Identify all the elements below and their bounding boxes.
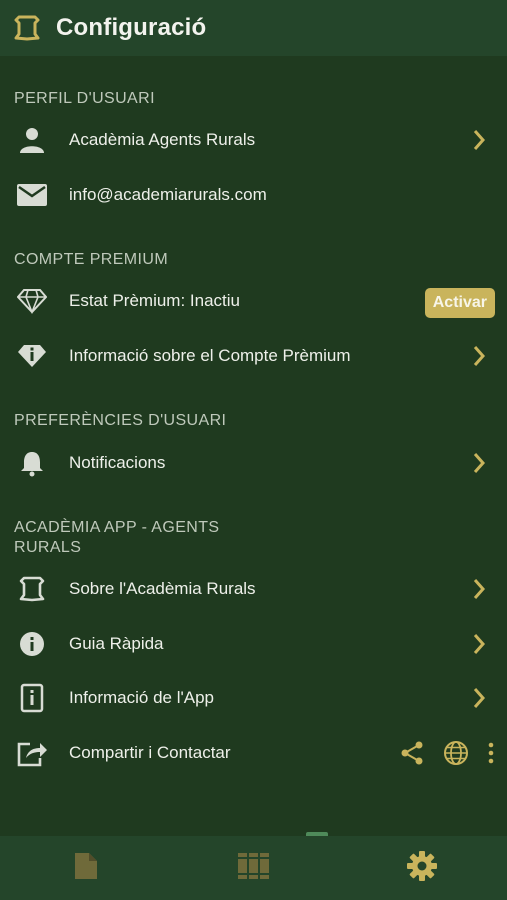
library-icon bbox=[237, 851, 271, 886]
section-header-premium: COMPTE PREMIUM bbox=[14, 251, 169, 268]
section-header-preferences: PREFERÈNCIES D'USUARI bbox=[14, 412, 227, 429]
guide-label: Guia Ràpida bbox=[69, 634, 164, 653]
share-actions bbox=[399, 728, 495, 778]
premium-info-row[interactable]: Informació sobre el Compte Prèmium bbox=[0, 331, 507, 381]
app-info-label: Informació de l'App bbox=[69, 688, 214, 707]
settings-list: PERFIL D'USUARI Acadèmia Agents Rurals i… bbox=[0, 56, 507, 836]
profile-name-label: Acadèmia Agents Rurals bbox=[69, 130, 256, 149]
profile-email-label: info@academiarurals.com bbox=[69, 185, 267, 204]
premium-info-label: Informació sobre el Compte Prèmium bbox=[69, 346, 351, 365]
chevron-right-icon bbox=[469, 684, 489, 712]
device-info-icon bbox=[14, 680, 50, 716]
chevron-right-icon bbox=[469, 342, 489, 370]
chevron-right-icon bbox=[469, 126, 489, 154]
profile-name-row[interactable]: Acadèmia Agents Rurals bbox=[0, 115, 507, 165]
tab-settings[interactable] bbox=[402, 850, 442, 886]
about-label: Sobre l'Acadèmia Rurals bbox=[69, 579, 256, 598]
section-header-profile: PERFIL D'USUARI bbox=[14, 90, 155, 107]
premium-status-label: Estat Prèmium: Inactiu bbox=[69, 291, 241, 310]
more-vertical-icon[interactable] bbox=[487, 742, 495, 764]
shield-icon bbox=[14, 571, 50, 607]
globe-icon[interactable] bbox=[443, 740, 469, 766]
info-circle-icon bbox=[14, 626, 50, 662]
section-header-app: ACADÈMIA APP - AGENTS RURALS bbox=[14, 518, 220, 558]
share-contact-label: Compartir i Contactar bbox=[69, 743, 231, 762]
chevron-right-icon bbox=[469, 575, 489, 603]
mail-icon bbox=[14, 177, 50, 213]
bottom-navigation bbox=[0, 836, 507, 900]
notifications-label: Notificacions bbox=[69, 453, 166, 472]
about-row[interactable]: Sobre l'Acadèmia Rurals bbox=[0, 564, 507, 614]
bell-icon bbox=[14, 445, 50, 481]
notifications-row[interactable]: Notificacions bbox=[0, 438, 507, 488]
tab-library[interactable] bbox=[234, 850, 274, 886]
profile-email-row: info@academiarurals.com bbox=[0, 170, 507, 220]
share-box-icon bbox=[14, 735, 50, 771]
guide-row[interactable]: Guia Ràpida bbox=[0, 619, 507, 669]
app-bar: Configuració bbox=[0, 0, 507, 56]
diamond-icon bbox=[14, 283, 50, 319]
share-contact-row[interactable]: Compartir i Contactar bbox=[0, 728, 507, 778]
chevron-right-icon bbox=[469, 630, 489, 658]
share-icon[interactable] bbox=[399, 740, 425, 766]
activate-premium-button[interactable]: Activar bbox=[424, 288, 495, 318]
premium-status-row: Estat Prèmium: Inactiu Activar bbox=[0, 276, 507, 326]
app-info-row[interactable]: Informació de l'App bbox=[0, 673, 507, 723]
document-icon bbox=[73, 851, 99, 886]
page-title: Configuració bbox=[56, 14, 207, 41]
section-header-app-line1: ACADÈMIA APP - AGENTS bbox=[14, 519, 220, 536]
diamond-info-icon bbox=[14, 338, 50, 374]
person-icon bbox=[14, 122, 50, 158]
chevron-right-icon bbox=[469, 449, 489, 477]
section-header-app-line2: RURALS bbox=[14, 539, 82, 556]
settings-gear-icon bbox=[406, 850, 438, 887]
shield-icon bbox=[12, 13, 42, 43]
tab-documents[interactable] bbox=[66, 850, 106, 886]
